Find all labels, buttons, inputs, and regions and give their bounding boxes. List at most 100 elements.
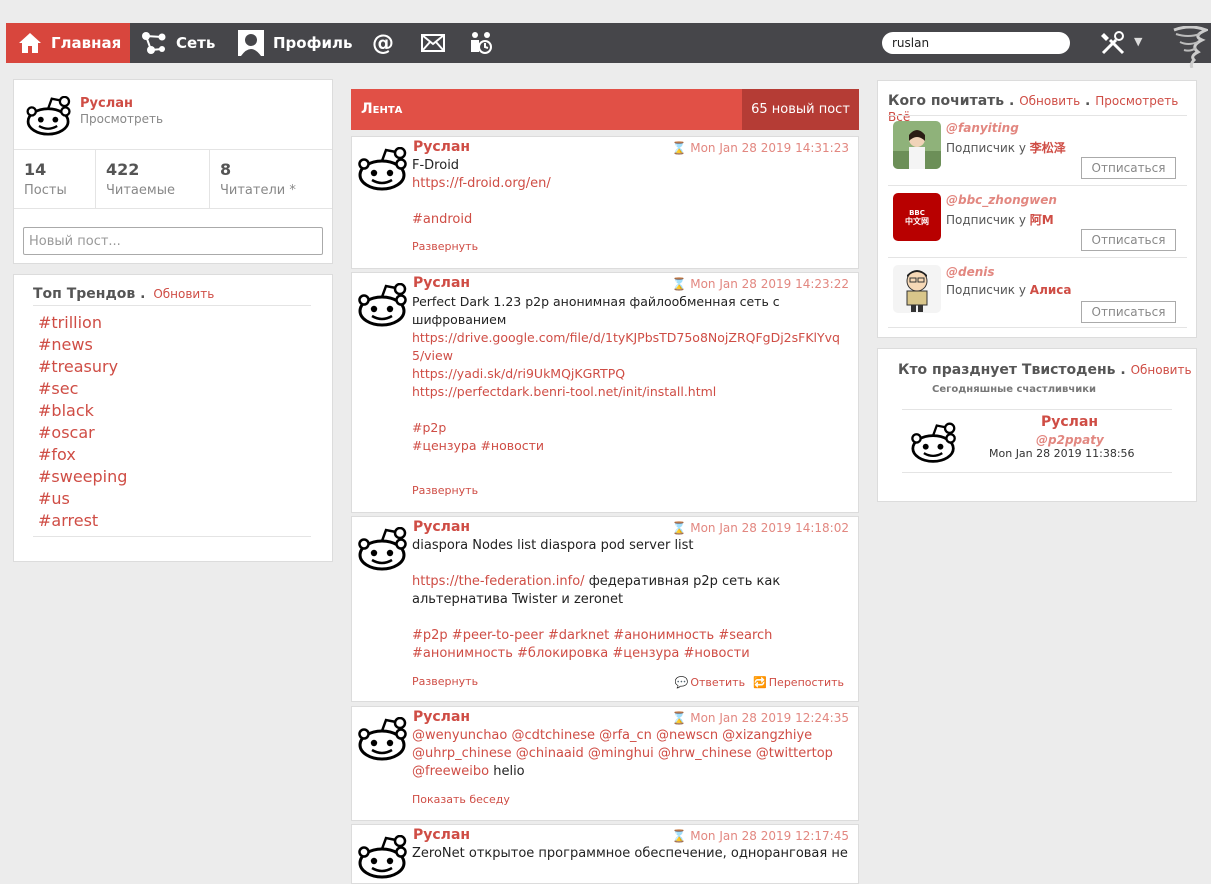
post-time[interactable]: ⌛ Mon Jan 28 2019 12:17:45 xyxy=(671,829,849,843)
post-author[interactable]: Руслан xyxy=(413,275,470,291)
trend-item[interactable]: #us xyxy=(38,488,127,510)
mention-icon[interactable]: @ xyxy=(372,23,394,63)
avatar[interactable]: BBC 中文网 xyxy=(893,193,941,241)
expand-link[interactable]: Развернуть xyxy=(412,240,478,253)
post-time[interactable]: ⌛ Mon Jan 28 2019 14:23:22 xyxy=(671,277,849,291)
post-time-text: Mon Jan 28 2019 14:23:22 xyxy=(690,277,849,291)
followed-by-label: Подписчик у xyxy=(946,283,1026,297)
post-mentions[interactable]: @uhrp_chinese @chinaaid @minghui @hrw_ch… xyxy=(412,746,833,761)
post-mentions[interactable]: @freeweibo xyxy=(412,764,489,779)
trend-item[interactable]: #arrest xyxy=(38,510,127,532)
followed-by-user[interactable]: 阿M xyxy=(1030,213,1054,227)
post-text: Perfect Dark 1.23 p2p анонимная файлообм… xyxy=(412,294,780,327)
avatar[interactable] xyxy=(358,283,408,327)
post-text: F-Droid xyxy=(412,158,460,173)
post-hashtag[interactable]: #p2p #peer-to-peer #darknet #анонимность… xyxy=(412,628,772,643)
hourglass-icon: ⌛ xyxy=(671,829,687,843)
expand-link[interactable]: Развернуть xyxy=(412,484,478,497)
settings-caret-icon[interactable]: ▼ xyxy=(1134,35,1142,48)
reply-button[interactable]: 💬 Ответить xyxy=(675,676,745,689)
unfollow-button[interactable]: Отписаться xyxy=(1081,229,1176,251)
trend-item[interactable]: #trillion xyxy=(38,312,127,334)
twistday-title: Кто празднует Твистодень . Обновить xyxy=(898,362,1192,378)
trends-list: #trillion #news #treasury #sec #black #o… xyxy=(38,312,127,532)
post-link[interactable]: https://the-federation.info/ xyxy=(412,574,585,589)
divider xyxy=(902,409,1172,410)
post-author[interactable]: Руслан xyxy=(413,139,470,155)
suggestion-handle[interactable]: @bbc_zhongwen xyxy=(946,193,1057,207)
who-to-follow-heading: Кого почитать xyxy=(888,93,1005,109)
suggestion-handle[interactable]: @denis xyxy=(946,265,995,279)
mail-icon[interactable] xyxy=(421,31,445,55)
trend-item[interactable]: #news xyxy=(38,334,127,356)
reply-icon: 💬 xyxy=(674,676,689,689)
post-link[interactable]: https://perfectdark.benri-tool.net/init/… xyxy=(412,384,716,399)
post-link[interactable]: https://f-droid.org/en/ xyxy=(412,176,551,191)
expand-link[interactable]: Развернуть xyxy=(412,675,478,688)
avatar[interactable] xyxy=(358,527,408,571)
followed-by-user[interactable]: Алиса xyxy=(1030,283,1072,297)
post-author[interactable]: Руслан xyxy=(413,827,470,843)
twistday-user-name[interactable]: Руслан xyxy=(1041,414,1098,430)
stat-posts[interactable]: 14 Посты xyxy=(14,150,96,208)
stat-followers[interactable]: 8 Читатели * xyxy=(210,150,332,208)
profile-name[interactable]: Руслан xyxy=(80,96,133,111)
show-thread-link[interactable]: Показать беседу xyxy=(412,793,510,806)
top-navigation-bar: Главная Сеть Профиль @ ▼ xyxy=(6,23,1211,68)
trend-item[interactable]: #black xyxy=(38,400,127,422)
groups-icon[interactable] xyxy=(469,31,493,55)
twistday-user-handle[interactable]: @p2ppaty xyxy=(1036,433,1104,447)
nav-profile[interactable]: Профиль xyxy=(238,23,352,63)
followed-by-user[interactable]: 李松泽 xyxy=(1030,141,1066,155)
post-hashtag[interactable]: #p2p xyxy=(412,420,446,435)
post-hashtag[interactable]: #android xyxy=(412,212,472,227)
settings-icon[interactable] xyxy=(1100,30,1126,56)
trends-update-link[interactable]: Обновить xyxy=(153,287,214,301)
new-post-input[interactable] xyxy=(23,227,323,255)
trend-item[interactable]: #treasury xyxy=(38,356,127,378)
post-time[interactable]: ⌛ Mon Jan 28 2019 14:31:23 xyxy=(671,141,849,155)
post-link[interactable]: https://drive.google.com/file/d/1tyKJPbs… xyxy=(412,330,840,363)
twistday-update-link[interactable]: Обновить xyxy=(1131,363,1192,377)
post-hashtag[interactable]: #цензура #новости xyxy=(412,438,544,453)
profile-view-link[interactable]: Просмотреть xyxy=(80,112,163,126)
trends-title: Топ Трендов . Обновить xyxy=(33,286,215,302)
avatar[interactable] xyxy=(358,835,408,879)
unfollow-button[interactable]: Отписаться xyxy=(1081,301,1176,323)
logo-tornado-icon[interactable] xyxy=(1172,26,1208,68)
avatar[interactable] xyxy=(893,265,941,313)
post-item: Руслан ⌛ Mon Jan 28 2019 14:23:22 Perfec… xyxy=(351,272,859,513)
trend-item[interactable]: #sec xyxy=(38,378,127,400)
post-mentions[interactable]: @wenyunchao @cdtchinese @rfa_cn @newscn … xyxy=(412,728,812,743)
post-author[interactable]: Руслан xyxy=(413,709,470,725)
nav-network[interactable]: Сеть xyxy=(141,23,215,63)
post-hashtag[interactable]: #анонимность #блокировка #цензура #новос… xyxy=(412,646,750,661)
followed-by-label: Подписчик у xyxy=(946,141,1026,155)
post-link[interactable]: https://yadi.sk/d/ri9UkMQjKGRTPQ xyxy=(412,366,625,381)
nav-home[interactable]: Главная xyxy=(6,23,130,63)
trend-item[interactable]: #oscar xyxy=(38,422,127,444)
suggestion-handle[interactable]: @fanyiting xyxy=(946,121,1019,135)
trend-item[interactable]: #sweeping xyxy=(38,466,127,488)
post-time[interactable]: ⌛ Mon Jan 28 2019 14:18:02 xyxy=(671,521,849,535)
avatar[interactable] xyxy=(358,147,408,191)
post-text: diaspora Nodes list diaspora pod server … xyxy=(412,538,694,553)
avatar[interactable] xyxy=(358,717,408,761)
nav-profile-label: Профиль xyxy=(273,34,353,52)
suggestion-followed-by: Подписчик у 李松泽 xyxy=(946,139,1066,156)
avatar[interactable] xyxy=(893,121,941,169)
repost-button[interactable]: 🔁 Перепостить xyxy=(753,676,844,689)
new-posts-button[interactable]: 65 новый пост xyxy=(742,89,859,130)
stat-following[interactable]: 422 Читаемые xyxy=(96,150,210,208)
who-to-follow-update-link[interactable]: Обновить xyxy=(1019,94,1080,108)
avatar[interactable] xyxy=(911,422,957,464)
trend-item[interactable]: #fox xyxy=(38,444,127,466)
search-input[interactable] xyxy=(882,32,1070,54)
suggestion-followed-by: Подписчик у Алиса xyxy=(946,283,1072,297)
unfollow-button[interactable]: Отписаться xyxy=(1081,157,1176,179)
post-time[interactable]: ⌛ Mon Jan 28 2019 12:24:35 xyxy=(671,711,849,725)
post-author[interactable]: Руслан xyxy=(413,519,470,535)
suggestion-item: @fanyiting Подписчик у 李松泽 Отписаться xyxy=(893,121,1193,181)
avatar[interactable] xyxy=(25,96,73,136)
twistday-user-date: Mon Jan 28 2019 11:38:56 xyxy=(989,447,1135,460)
